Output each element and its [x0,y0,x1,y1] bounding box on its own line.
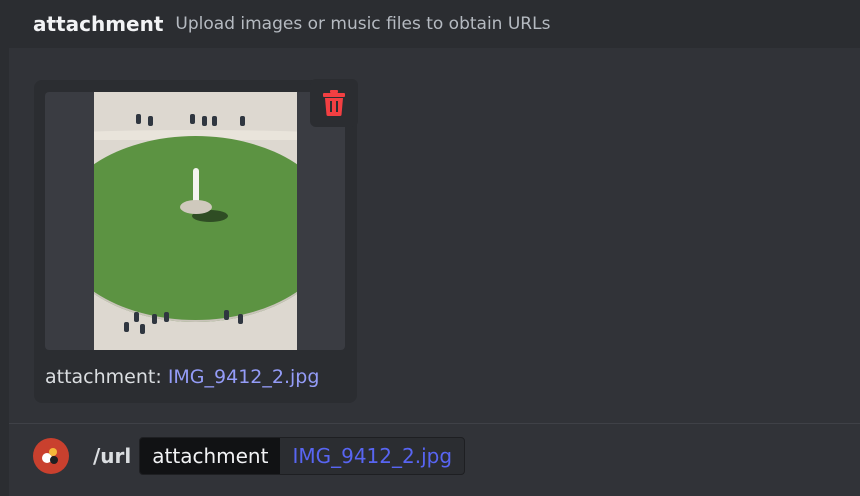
attachment-caption: attachment: IMG_9412_2.jpg [45,366,319,388]
option-description: Upload images or music files to obtain U… [175,14,551,34]
fountain [180,200,212,214]
attachment-upload-card: attachment: IMG_9412_2.jpg [34,80,357,403]
delete-attachment-button[interactable] [310,79,358,127]
image-preview[interactable] [94,92,297,350]
option-hint-bar: attachment Upload images or music files … [9,0,860,48]
option-pill-label[interactable]: attachment [140,438,281,474]
bot-avatar [33,438,69,474]
option-pill-value[interactable]: IMG_9412_2.jpg [280,438,465,474]
trash-icon [323,90,345,116]
caption-label: attachment: [45,366,162,388]
caption-filename[interactable]: IMG_9412_2.jpg [168,366,320,388]
divider [9,423,860,424]
option-name: attachment [33,12,164,36]
command-name: /url [93,444,132,468]
option-pill[interactable]: attachment IMG_9412_2.jpg [139,437,466,475]
command-input-row[interactable]: /url attachment IMG_9412_2.jpg [33,436,466,476]
left-gutter [0,0,9,496]
pool-area [94,136,297,322]
image-preview-frame [45,92,345,350]
